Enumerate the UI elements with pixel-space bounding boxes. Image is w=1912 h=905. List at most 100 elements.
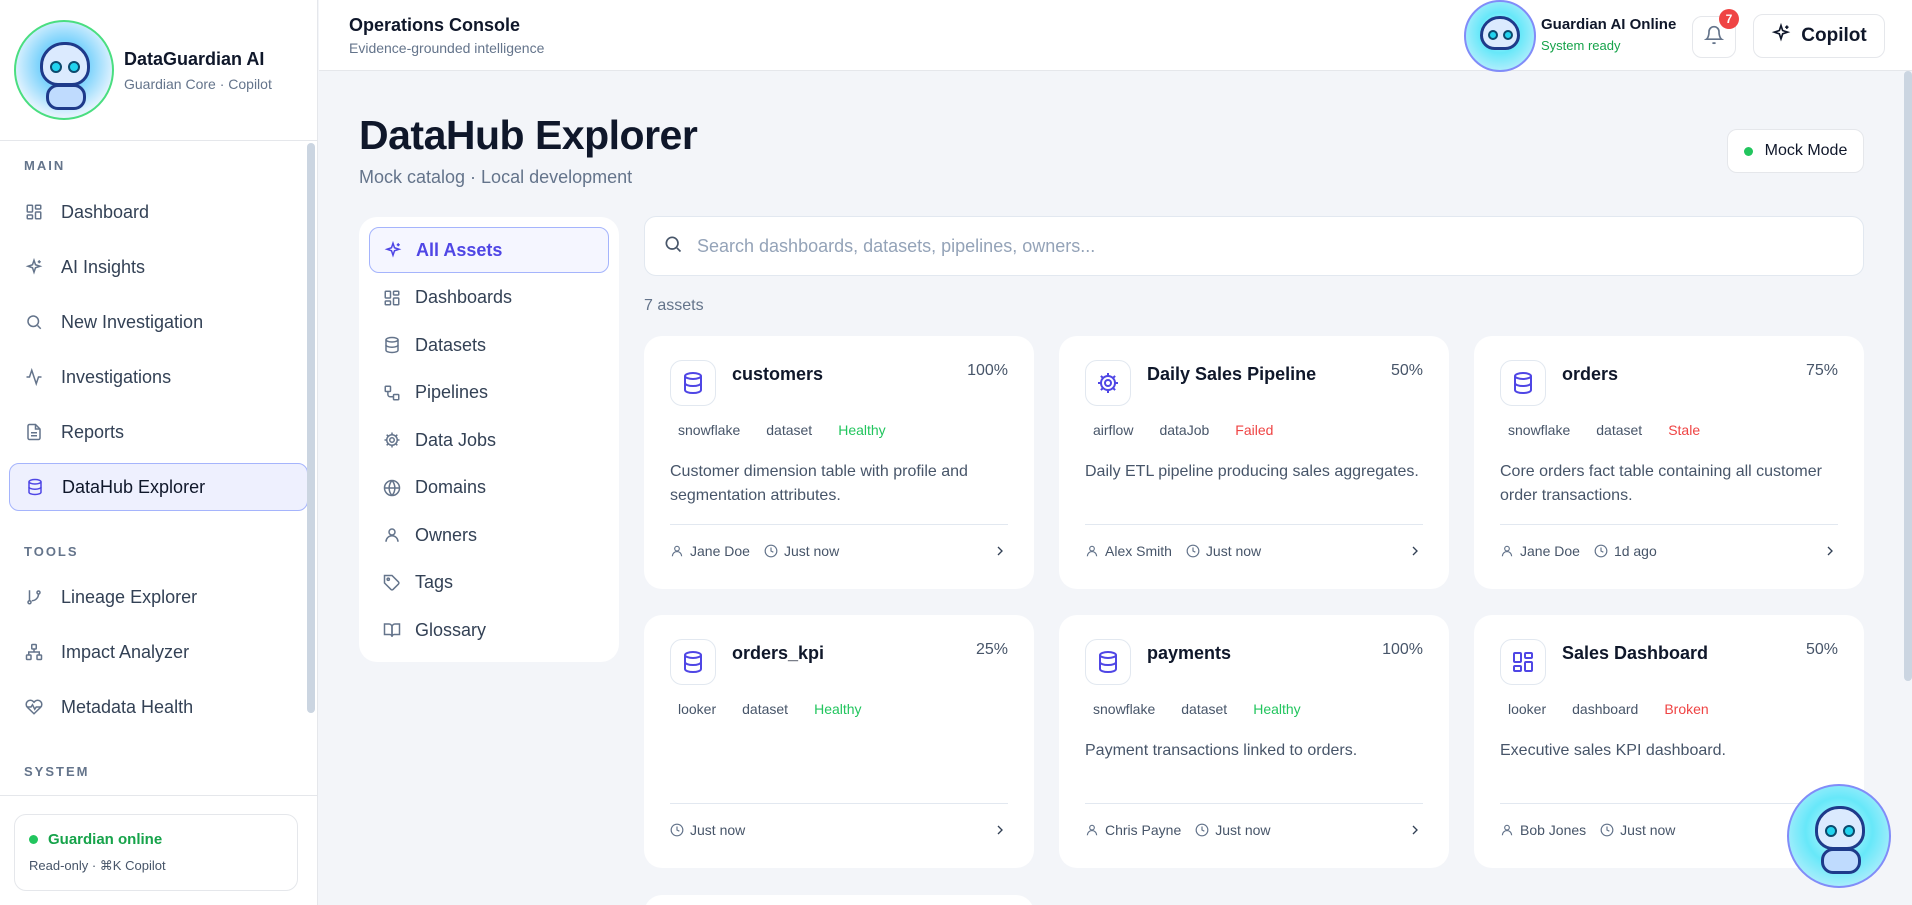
sidebar-item-metadata-health[interactable]: Metadata Health <box>9 683 308 731</box>
database-icon <box>24 476 46 498</box>
sidebar-item-label: Dashboard <box>61 201 150 222</box>
chevron-right-icon[interactable] <box>1822 543 1838 562</box>
sparkles-icon <box>384 241 404 259</box>
bell-icon <box>1703 25 1725 50</box>
asset-description: Daily ETL pipeline producing sales aggre… <box>1085 463 1419 480</box>
filter-owners[interactable]: Owners <box>369 512 609 558</box>
type-tag: dataset <box>742 701 789 717</box>
asset-card-customers[interactable]: customers 100% snowflake dataset Healthy… <box>644 336 1034 589</box>
user-icon <box>1501 545 1513 557</box>
filter-all-assets[interactable]: All Assets <box>369 227 609 273</box>
heart-pulse-icon <box>23 696 45 718</box>
sidebar-item-ai-insights[interactable]: AI Insights <box>9 243 308 291</box>
filter-domains[interactable]: Domains <box>369 465 609 511</box>
network-icon <box>23 641 45 663</box>
filter-data-jobs[interactable]: Data Jobs <box>369 417 609 463</box>
asset-health-pct: 75% <box>1805 362 1838 379</box>
chevron-right-icon[interactable] <box>992 543 1008 562</box>
top-bar: Operations Console Evidence-grounded int… <box>319 0 1912 72</box>
asset-name: Daily Sales Pipeline <box>1147 364 1317 384</box>
asset-card-partial[interactable] <box>644 895 1034 905</box>
type-tag: dashboard <box>1572 701 1639 717</box>
asset-card-orders-kpi[interactable]: orders_kpi 25% looker dataset Healthy Ju… <box>644 615 1034 868</box>
page-scrollbar[interactable] <box>1904 71 1912 681</box>
asset-description: Payment transactions linked to orders. <box>1085 742 1358 759</box>
filter-pipelines[interactable]: Pipelines <box>369 370 609 416</box>
tag-icon <box>383 574 403 592</box>
asset-health-pct: 25% <box>975 641 1008 658</box>
asset-card-daily-sales-pipeline[interactable]: Daily Sales Pipeline 50% airflow dataJob… <box>1059 336 1449 589</box>
clock-icon <box>1594 544 1608 558</box>
status-sub: Read-only · ⌘K Copilot <box>29 858 166 873</box>
sidebar-item-dashboard[interactable]: Dashboard <box>9 188 308 236</box>
asset-updated: Just now <box>690 822 746 838</box>
notifications-button[interactable]: 7 <box>1692 9 1739 58</box>
sidebar-item-impact-analyzer[interactable]: Impact Analyzer <box>9 628 308 676</box>
sidebar-item-label: DataHub Explorer <box>62 476 206 497</box>
type-tag: dataset <box>766 422 813 438</box>
asset-search-bar[interactable] <box>644 216 1864 276</box>
sidebar-item-label: Investigations <box>61 366 172 387</box>
database-icon <box>1500 360 1546 406</box>
sidebar-item-datahub-explorer[interactable]: DataHub Explorer <box>9 463 308 511</box>
filter-label: All Assets <box>416 239 503 260</box>
tools-nav: Lineage Explorer Impact Analyzer Metadat… <box>0 573 317 731</box>
filter-glossary[interactable]: Glossary <box>369 607 609 653</box>
console-title: Operations Console <box>349 15 521 35</box>
dashboard-icon <box>23 201 45 223</box>
brand: DataGuardian AI Guardian Core · Copilot <box>0 0 317 141</box>
asset-name: customers <box>732 364 824 384</box>
chevron-right-icon[interactable] <box>992 822 1008 841</box>
database-icon <box>670 639 716 685</box>
search-icon <box>23 311 45 333</box>
asset-card-orders[interactable]: orders 75% snowflake dataset Stale Core … <box>1474 336 1864 589</box>
sidebar-scrollbar[interactable] <box>307 143 315 713</box>
guardian-ai-avatar[interactable] <box>1464 0 1536 72</box>
guardian-avatar <box>14 20 114 120</box>
filter-label: Datasets <box>415 334 487 355</box>
sidebar-item-label: New Investigation <box>61 311 204 332</box>
sparkles-icon <box>1771 22 1801 49</box>
asset-filter-panel: All Assets Dashboards Datasets Pipelines… <box>359 217 619 662</box>
asset-updated: 1d ago <box>1613 543 1657 559</box>
clock-icon <box>670 823 684 837</box>
clock-icon <box>764 544 778 558</box>
brand-title: DataGuardian AI <box>124 48 265 69</box>
notification-badge: 7 <box>1719 9 1739 29</box>
asset-health-pct: 50% <box>1390 362 1423 379</box>
filter-label: Dashboards <box>415 287 513 307</box>
status-tag: Healthy <box>814 701 862 717</box>
status-tag: Healthy <box>838 422 886 438</box>
book-icon <box>383 621 403 639</box>
asset-owner: Jane Doe <box>690 543 750 559</box>
sidebar-item-reports[interactable]: Reports <box>9 408 308 456</box>
git-branch-icon <box>23 586 45 608</box>
filter-dashboards[interactable]: Dashboards <box>369 275 609 321</box>
filter-label: Tags <box>415 572 454 592</box>
section-main-label: MAIN <box>24 158 66 173</box>
status-tag: Healthy <box>1253 701 1301 717</box>
platform-tag: snowflake <box>678 422 741 438</box>
chevron-right-icon[interactable] <box>1407 543 1423 562</box>
database-icon <box>670 360 716 406</box>
guardian-copilot-launcher[interactable] <box>1787 784 1891 888</box>
sidebar-item-label: Impact Analyzer <box>61 641 190 662</box>
asset-card-payments[interactable]: payments 100% snowflake dataset Healthy … <box>1059 615 1449 868</box>
user-icon <box>383 526 403 544</box>
chevron-right-icon[interactable] <box>1407 822 1423 841</box>
search-input[interactable] <box>697 235 1797 257</box>
sidebar-item-new-investigation[interactable]: New Investigation <box>9 298 308 346</box>
asset-name: Sales Dashboard <box>1562 643 1709 663</box>
sidebar-item-label: Lineage Explorer <box>61 586 198 607</box>
dashboard-icon <box>1500 639 1546 685</box>
asset-owner: Jane Doe <box>1520 543 1580 559</box>
copilot-button[interactable]: Copilot <box>1753 14 1885 58</box>
sidebar-item-investigations[interactable]: Investigations <box>9 353 308 401</box>
gear-icon <box>1085 360 1131 406</box>
filter-tags[interactable]: Tags <box>369 560 609 606</box>
sidebar-item-label: Metadata Health <box>61 696 194 717</box>
guardian-title: Guardian AI Online <box>1541 16 1677 33</box>
filter-datasets[interactable]: Datasets <box>369 322 609 368</box>
asset-description: Executive sales KPI dashboard. <box>1500 742 1726 759</box>
sidebar-item-lineage-explorer[interactable]: Lineage Explorer <box>9 573 308 621</box>
